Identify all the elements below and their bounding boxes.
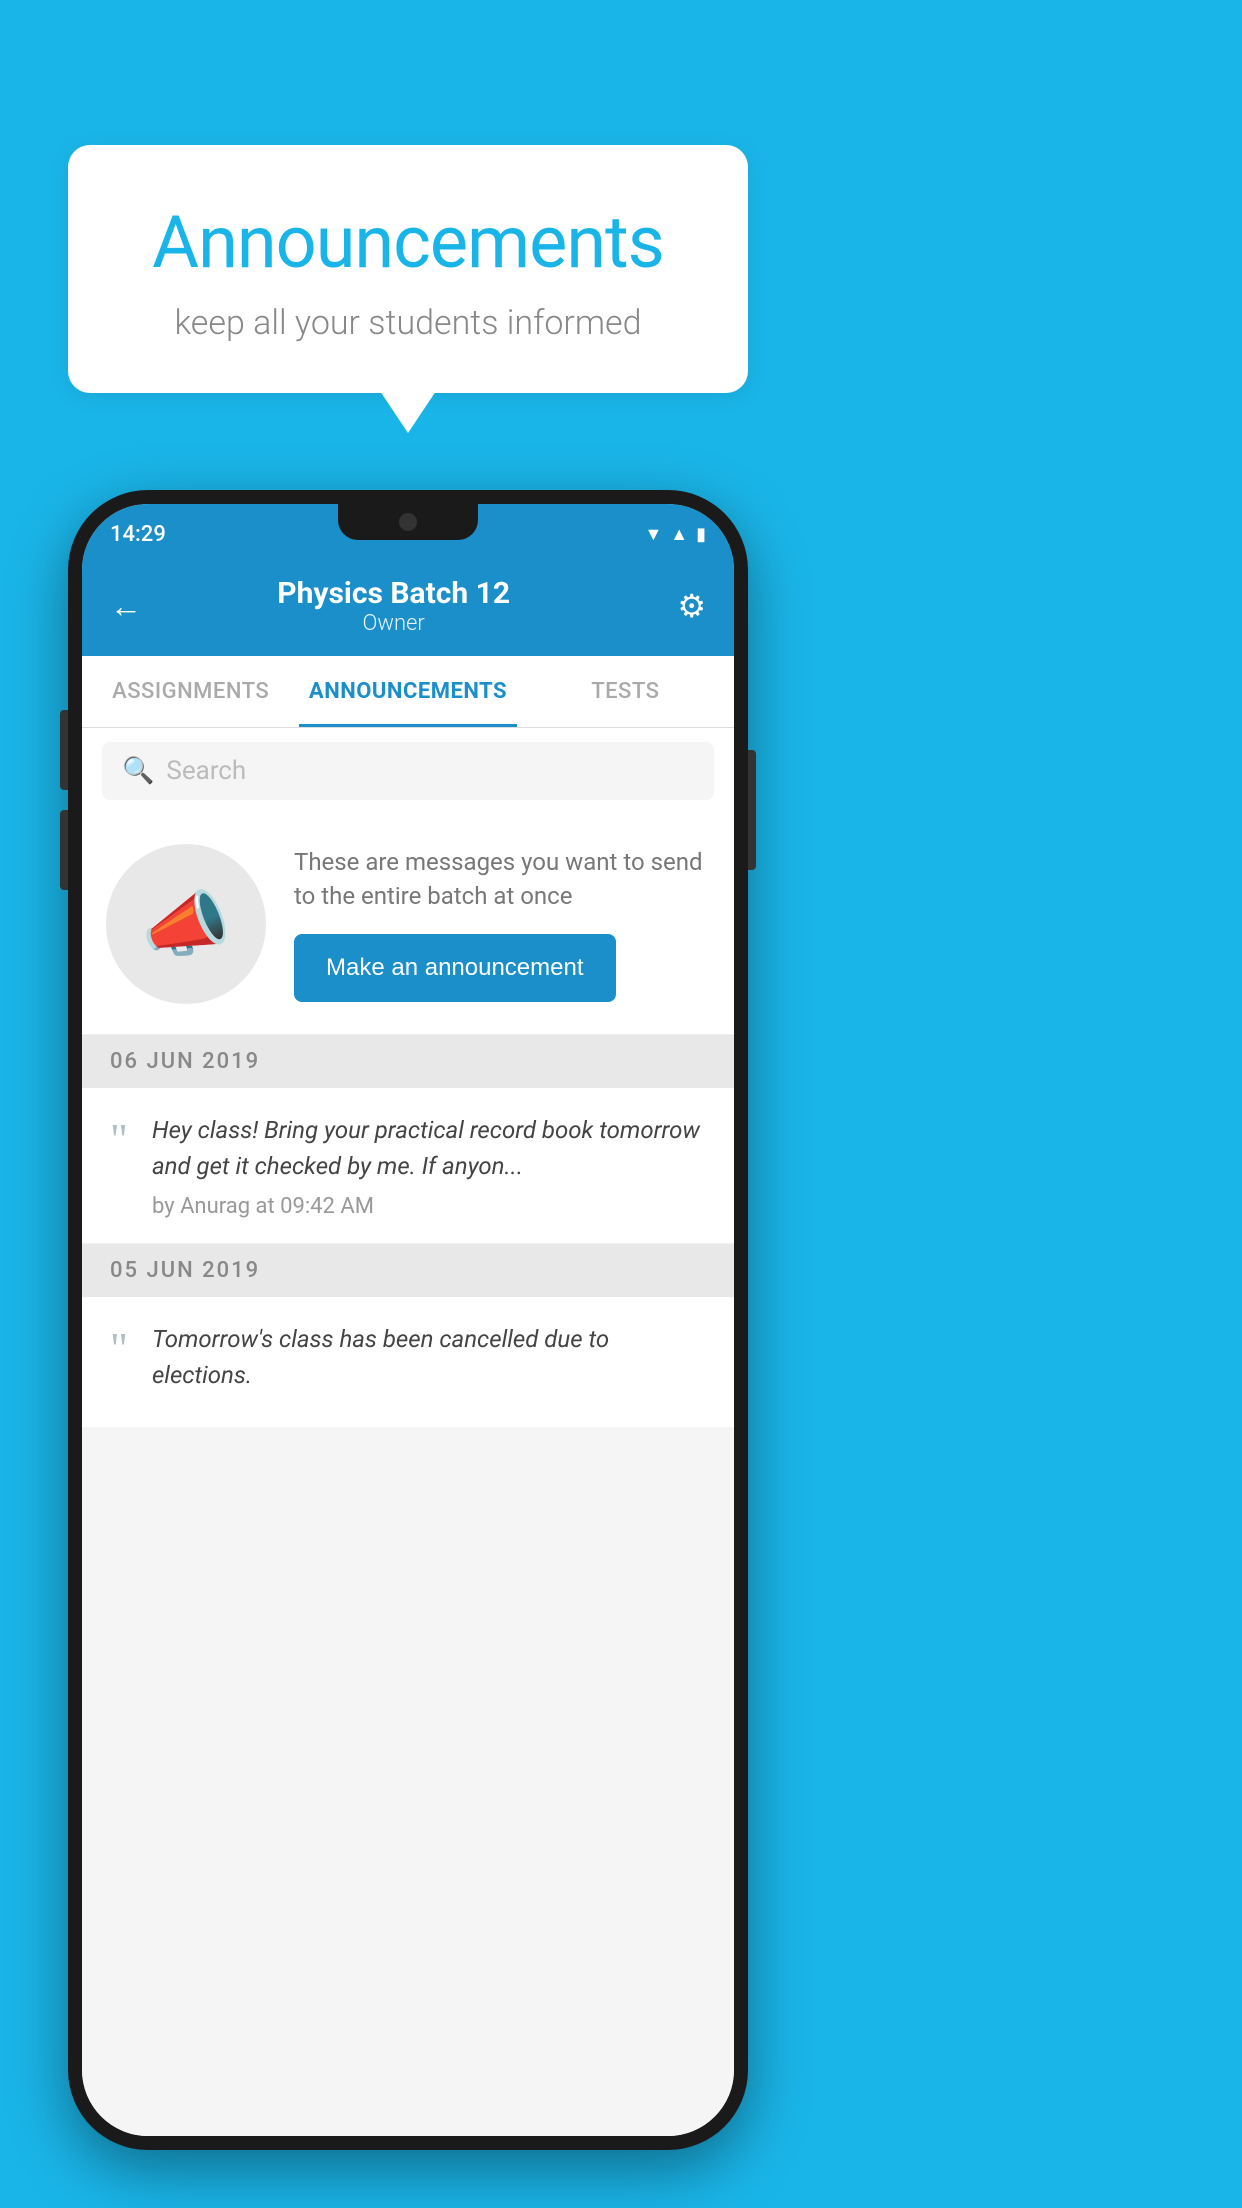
app-bar-subtitle: Owner xyxy=(162,611,625,636)
search-bar[interactable]: 🔍 Search xyxy=(102,742,714,800)
announcement-content-2: Tomorrow's class has been cancelled due … xyxy=(152,1321,706,1403)
announcement-item-2: " Tomorrow's class has been cancelled du… xyxy=(82,1297,734,1427)
phone-button-vol-up xyxy=(60,710,68,790)
phone-camera xyxy=(399,513,417,531)
app-bar-title: Physics Batch 12 xyxy=(162,576,625,611)
tab-announcements[interactable]: ANNOUNCEMENTS xyxy=(299,656,516,727)
content-area: 🔍 Search 📣 These are messages you want t… xyxy=(82,728,734,2136)
make-announcement-button[interactable]: Make an announcement xyxy=(294,934,616,1002)
status-icons: ▼ ▲ ▮ xyxy=(644,524,706,545)
search-bar-wrapper: 🔍 Search xyxy=(82,728,734,814)
tabs-bar: ASSIGNMENTS ANNOUNCEMENTS TESTS xyxy=(82,656,734,728)
battery-icon: ▮ xyxy=(696,524,706,545)
settings-icon[interactable]: ⚙ xyxy=(677,587,706,625)
wifi-icon: ▼ xyxy=(644,524,662,545)
quote-icon-2: " xyxy=(110,1327,128,1403)
date-separator-1: 06 JUN 2019 xyxy=(82,1035,734,1088)
announcement-text-1: Hey class! Bring your practical record b… xyxy=(152,1112,706,1184)
phone-wrapper: 14:29 ▼ ▲ ▮ ← Physics Batch 12 Owner ⚙ xyxy=(68,490,748,2170)
phone-button-vol-down xyxy=(60,810,68,890)
announcement-description: These are messages you want to send to t… xyxy=(294,846,710,913)
announcement-text-2: Tomorrow's class has been cancelled due … xyxy=(152,1321,706,1393)
search-placeholder: Search xyxy=(166,756,246,786)
announcement-meta-1: by Anurag at 09:42 AM xyxy=(152,1194,706,1219)
speech-bubble: Announcements keep all your students inf… xyxy=(68,145,748,393)
announcement-prompt: 📣 These are messages you want to send to… xyxy=(82,814,734,1035)
announcement-right: These are messages you want to send to t… xyxy=(294,846,710,1001)
phone-outer: 14:29 ▼ ▲ ▮ ← Physics Batch 12 Owner ⚙ xyxy=(68,490,748,2150)
speech-bubble-title: Announcements xyxy=(108,200,708,285)
speech-bubble-subtitle: keep all your students informed xyxy=(108,303,708,343)
phone-button-power xyxy=(748,750,756,870)
date-separator-2: 05 JUN 2019 xyxy=(82,1244,734,1297)
status-time: 14:29 xyxy=(110,522,166,547)
signal-icon: ▲ xyxy=(670,524,688,545)
megaphone-circle: 📣 xyxy=(106,844,266,1004)
announcement-content-1: Hey class! Bring your practical record b… xyxy=(152,1112,706,1219)
phone-notch xyxy=(338,504,478,540)
back-button[interactable]: ← xyxy=(110,587,142,625)
megaphone-icon: 📣 xyxy=(141,882,231,967)
quote-icon-1: " xyxy=(110,1118,128,1219)
tab-tests[interactable]: TESTS xyxy=(517,656,734,727)
phone-screen: 14:29 ▼ ▲ ▮ ← Physics Batch 12 Owner ⚙ xyxy=(82,504,734,2136)
search-icon: 🔍 xyxy=(122,756,154,786)
app-bar-title-section: Physics Batch 12 Owner xyxy=(162,576,625,636)
tab-assignments[interactable]: ASSIGNMENTS xyxy=(82,656,299,727)
speech-bubble-container: Announcements keep all your students inf… xyxy=(68,145,748,393)
announcement-item-1: " Hey class! Bring your practical record… xyxy=(82,1088,734,1244)
app-bar: ← Physics Batch 12 Owner ⚙ xyxy=(82,556,734,656)
